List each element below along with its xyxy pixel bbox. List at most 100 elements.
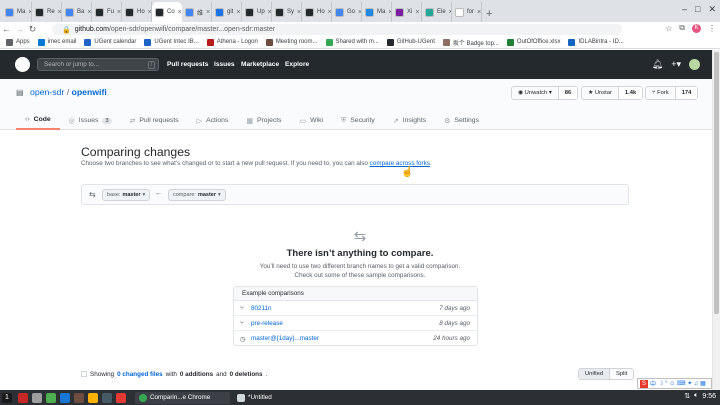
bookmark-item[interactable]: Meeting room... — [265, 38, 318, 46]
taskbar-chrome-window[interactable]: Comparin...e Chrome — [135, 391, 230, 404]
bookmark-item[interactable]: GitHub-UGent — [386, 38, 435, 46]
browser-tab[interactable]: Ho × — [302, 2, 332, 22]
bookmark-item[interactable]: IDLABintra - ID... — [568, 38, 624, 46]
browser-tab[interactable]: Up × — [242, 2, 272, 22]
launcher-app-icon[interactable] — [46, 392, 56, 403]
close-window-button[interactable]: ✕ — [708, 4, 716, 15]
fork-count[interactable]: 174 — [674, 87, 698, 99]
browser-tab[interactable]: Xi × — [392, 2, 422, 22]
tab-close-icon[interactable]: × — [236, 9, 240, 16]
browser-tab[interactable]: Ma× — [362, 2, 392, 22]
compare-branch-select[interactable]: compare: master ▾ — [168, 189, 226, 201]
github-logo-icon[interactable] — [15, 57, 30, 72]
browser-tab[interactable]: 维 × — [182, 2, 212, 22]
repo-owner-link[interactable]: open-sdr — [30, 87, 64, 97]
bookmark-item[interactable]: Shared with m... — [325, 38, 379, 46]
create-new-icon[interactable]: +▾ — [671, 59, 681, 70]
browser-tab[interactable]: Go × — [332, 2, 362, 22]
tab-pull-requests[interactable]: ⇄ Pull requests — [121, 111, 188, 130]
network-icon[interactable]: ⇅ — [684, 392, 690, 400]
reload-icon[interactable]: ↻ — [26, 24, 39, 35]
launcher-app-icon[interactable] — [18, 392, 28, 403]
bookmark-star-icon[interactable]: ☆ — [665, 24, 672, 33]
browser-tab[interactable]: Ba × — [62, 2, 92, 22]
example-comparison-row[interactable]: ◷ master@{1day}...master 24 hours ago — [234, 331, 477, 346]
browser-menu-icon[interactable]: ⋮ — [708, 24, 716, 33]
example-comparison-row[interactable]: ⑂ 80211n 7 days ago — [234, 301, 477, 316]
ime-toolbar[interactable]: S 中 ☽ ° ☺ ⌨ ✦ ♫ ▦ — [637, 378, 712, 389]
nav-marketplace[interactable]: Marketplace — [241, 61, 279, 68]
tab-actions[interactable]: ▷ Actions — [188, 111, 238, 130]
tab-insights[interactable]: ↗ Insights — [384, 111, 435, 130]
tab-settings[interactable]: ⚙ Settings — [435, 111, 488, 130]
example-comparison-row[interactable]: ⑂ pre-release 8 days ago — [234, 316, 477, 331]
unified-view-button[interactable]: Unified — [579, 369, 611, 379]
tab-wiki[interactable]: ▭ Wiki — [291, 111, 332, 130]
example-name-link[interactable]: 80211n — [251, 305, 272, 312]
notifications-bell-icon[interactable]: 🔔︎ — [652, 59, 663, 70]
new-tab-button[interactable]: + — [482, 8, 496, 22]
example-name-link[interactable]: pre-release — [251, 320, 283, 327]
tab-close-icon[interactable]: × — [87, 9, 91, 16]
launcher-app-icon[interactable] — [116, 392, 126, 403]
browser-tab[interactable]: Ma× — [2, 2, 32, 22]
star-button[interactable]: ★ Unstar 1.4k — [581, 86, 644, 100]
bookmark-item[interactable]: UGent Intec IB... — [144, 38, 199, 46]
tab-issues[interactable]: ◎ Issues 3 — [60, 111, 121, 130]
launcher-app-icon[interactable] — [88, 392, 98, 403]
tab-close-icon[interactable]: × — [117, 9, 121, 16]
minimize-button[interactable]: – — [682, 4, 687, 15]
nav-explore[interactable]: Explore — [285, 61, 309, 68]
compare-across-forks-link[interactable]: compare across forks — [370, 160, 430, 167]
clock[interactable]: 9:56 — [702, 393, 716, 400]
user-avatar[interactable] — [689, 59, 700, 70]
changed-files-link[interactable]: 0 changed files — [117, 371, 163, 378]
tab-code[interactable]: ‹› Code — [16, 111, 60, 130]
volume-icon[interactable]: 🔈︎ — [694, 392, 698, 400]
launcher-app-icon[interactable] — [74, 392, 84, 403]
star-count[interactable]: 1.4k — [617, 87, 643, 99]
launcher-app-icon[interactable] — [60, 392, 70, 403]
bookmark-item[interactable]: OutOfOffice.xlsx — [506, 38, 560, 46]
split-view-button[interactable]: Split — [610, 369, 634, 379]
extensions-icon[interactable]: ⧉ — [679, 23, 685, 33]
browser-tab[interactable]: Re × — [32, 2, 62, 22]
watch-count[interactable]: 86 — [557, 87, 578, 99]
browser-tab[interactable]: for × — [452, 2, 482, 22]
tab-close-icon[interactable]: × — [415, 9, 419, 16]
bookmark-item[interactable]: Athena - Logon — [206, 38, 258, 46]
ime-mode[interactable]: 中 — [650, 379, 656, 388]
tab-projects[interactable]: ▦ Projects — [237, 111, 290, 130]
tab-close-icon[interactable]: × — [477, 9, 481, 16]
browser-tab[interactable]: git × — [212, 2, 242, 22]
nav-issues[interactable]: Issues — [214, 61, 235, 68]
base-branch-select[interactable]: base: master ▾ — [102, 189, 151, 201]
compare-arrows-icon[interactable]: ⇆ — [89, 190, 96, 199]
repo-name-link[interactable]: openwifi — [72, 87, 107, 97]
example-name-link[interactable]: master@{1day}...master — [251, 335, 319, 342]
address-bar[interactable]: 🔒 github.com /open-sdr/openwifi/compare/… — [52, 24, 622, 35]
bookmark-item[interactable]: Apps — [6, 38, 30, 46]
watch-button[interactable]: ◉ Unwatch ▾ 86 — [511, 86, 579, 100]
taskbar-editor-window[interactable]: *Untitled — [233, 392, 303, 404]
browser-tab[interactable]: Co × — [152, 2, 182, 22]
fork-button[interactable]: ⑂ Fork 174 — [645, 86, 699, 100]
tab-close-icon[interactable]: × — [297, 9, 301, 16]
back-icon[interactable]: ← — [0, 24, 13, 34]
scrollbar-thumb[interactable] — [714, 52, 719, 314]
launcher-app-icon[interactable] — [102, 392, 112, 403]
browser-tab[interactable]: Ho × — [122, 2, 152, 22]
bookmark-item[interactable]: UGent calendar — [84, 38, 136, 46]
workspace-indicator[interactable]: 1 — [2, 392, 12, 403]
forward-icon[interactable]: → — [13, 24, 26, 34]
launcher-app-icon[interactable] — [32, 392, 42, 403]
profile-avatar[interactable]: K — [692, 23, 701, 33]
maximize-button[interactable]: □ — [695, 4, 700, 15]
nav-pull-requests[interactable]: Pull requests — [167, 61, 208, 68]
tab-close-icon[interactable]: × — [206, 9, 210, 16]
bookmark-item[interactable]: 坂个 Badge top... — [442, 38, 499, 47]
summary-checkbox[interactable] — [81, 371, 87, 377]
tab-security[interactable]: ⛨ Security — [332, 111, 384, 130]
browser-tab[interactable]: Ele× — [422, 2, 452, 22]
browser-tab[interactable]: Sy × — [272, 2, 302, 22]
